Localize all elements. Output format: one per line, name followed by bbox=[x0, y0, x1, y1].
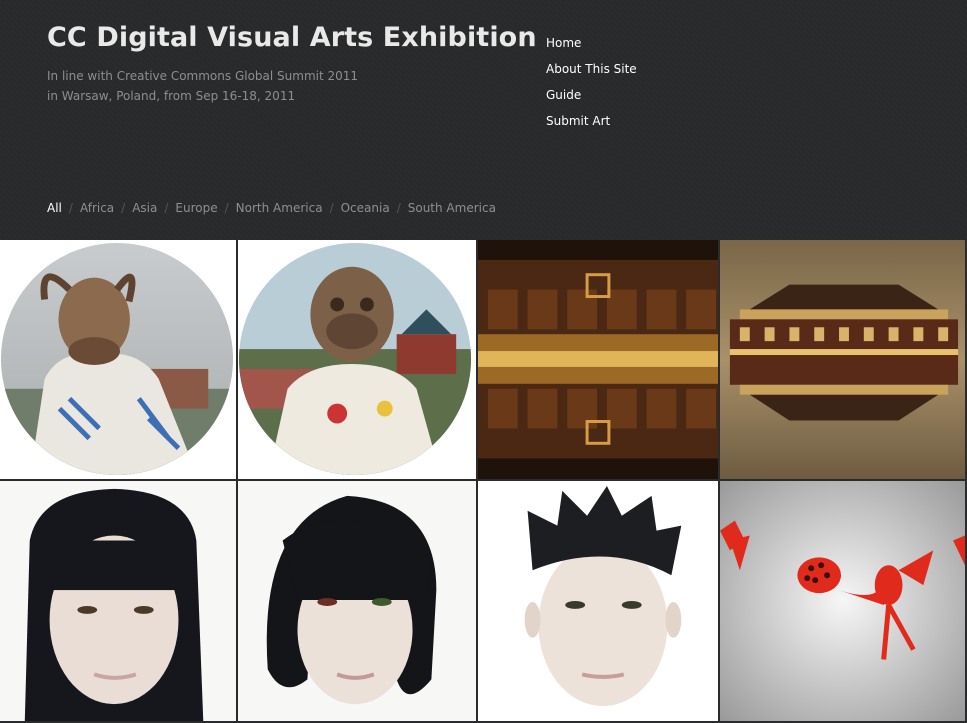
tagline-line-1: In line with Creative Commons Global Sum… bbox=[47, 69, 359, 83]
filter-oceania[interactable]: Oceania bbox=[341, 201, 390, 215]
site-tagline: In line with Creative Commons Global Sum… bbox=[47, 66, 358, 106]
artwork-image-palace-reflection bbox=[720, 240, 965, 479]
nav-item-guide: Guide bbox=[546, 84, 637, 110]
filter-separator: / bbox=[224, 201, 229, 215]
nav-link-guide[interactable]: Guide bbox=[546, 88, 581, 102]
artwork-tile-red-creatures[interactable] bbox=[720, 481, 967, 723]
filter-asia[interactable]: Asia bbox=[132, 201, 157, 215]
artwork-image-portrait-long-hair bbox=[0, 481, 236, 721]
filter-separator: / bbox=[121, 201, 126, 215]
tagline-line-2: in Warsaw, Poland, from Sep 16-18, 2011 bbox=[47, 89, 296, 103]
artwork-image-portrait-spiky bbox=[478, 481, 718, 721]
nav-item-home: Home bbox=[546, 32, 637, 58]
artwork-image-palace-interior bbox=[478, 240, 718, 479]
artwork-tile-portrait-long-hair[interactable] bbox=[0, 481, 238, 723]
nav-item-about: About This Site bbox=[546, 58, 637, 84]
artwork-tile-portrait-bob[interactable] bbox=[238, 481, 478, 723]
filter-africa[interactable]: Africa bbox=[80, 201, 114, 215]
artwork-image-red-creatures bbox=[720, 481, 965, 721]
artwork-image-monkey-astronaut bbox=[238, 240, 476, 479]
nav-link-about[interactable]: About This Site bbox=[546, 62, 637, 76]
filter-separator: / bbox=[68, 201, 73, 215]
main-nav: Home About This Site Guide Submit Art bbox=[546, 32, 637, 136]
nav-link-submit-art[interactable]: Submit Art bbox=[546, 114, 610, 128]
filter-separator: / bbox=[329, 201, 334, 215]
nav-item-submit: Submit Art bbox=[546, 110, 637, 136]
artwork-image-portrait-bob bbox=[238, 481, 476, 721]
nav-link-home[interactable]: Home bbox=[546, 36, 581, 50]
filter-south-america[interactable]: South America bbox=[408, 201, 496, 215]
artwork-tile-goat-astronaut[interactable] bbox=[0, 240, 238, 481]
filter-separator: / bbox=[396, 201, 401, 215]
artwork-tile-monkey-astronaut[interactable] bbox=[238, 240, 478, 481]
artwork-tile-portrait-spiky[interactable] bbox=[478, 481, 720, 723]
filter-separator: / bbox=[164, 201, 169, 215]
artwork-tile-palace-interior[interactable] bbox=[478, 240, 720, 481]
artwork-tile-palace-reflection[interactable] bbox=[720, 240, 967, 481]
site-header: CC Digital Visual Arts Exhibition In lin… bbox=[0, 0, 967, 240]
region-filter-bar: All / Africa / Asia / Europe / North Ame… bbox=[47, 201, 496, 215]
filter-europe[interactable]: Europe bbox=[175, 201, 217, 215]
artwork-image-goat-astronaut bbox=[0, 240, 236, 479]
site-title[interactable]: CC Digital Visual Arts Exhibition bbox=[47, 22, 537, 53]
filter-all[interactable]: All bbox=[47, 201, 62, 215]
filter-north-america[interactable]: North America bbox=[236, 201, 323, 215]
artwork-gallery bbox=[0, 240, 967, 723]
